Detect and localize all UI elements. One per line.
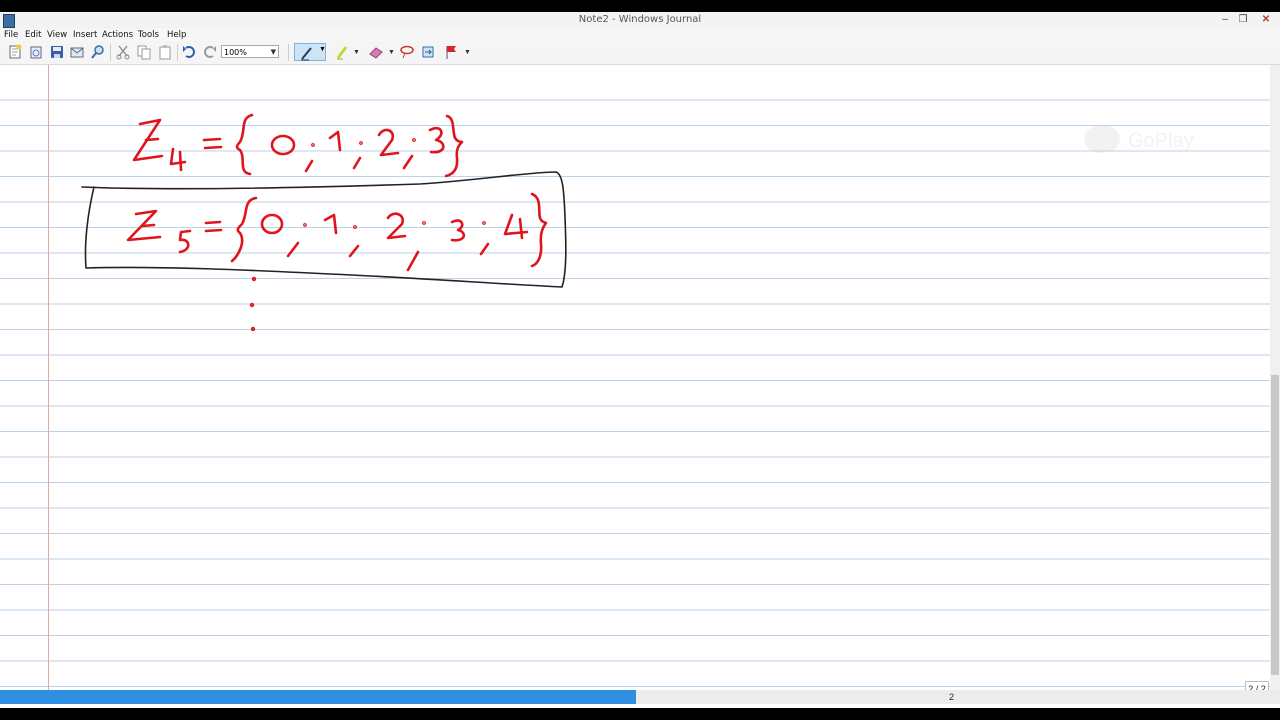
ink-equals — [204, 220, 223, 233]
chevron-down-icon[interactable]: ▼ — [353, 49, 360, 56]
copy-icon[interactable] — [136, 44, 152, 60]
highlighter-icon[interactable] — [334, 44, 350, 60]
email-icon[interactable] — [69, 44, 85, 60]
redo-icon[interactable] — [202, 44, 218, 60]
chevron-down-icon: ▼ — [270, 48, 276, 56]
note-page[interactable]: GoPlay — [0, 65, 1270, 690]
toolbar-separator — [110, 44, 111, 61]
ink-digit — [386, 212, 407, 240]
close-button[interactable]: ✕ — [1257, 13, 1275, 27]
ink-brace — [230, 196, 258, 263]
minimize-button[interactable]: – — [1216, 13, 1234, 27]
ink-box — [81, 171, 567, 288]
ink-digit — [328, 130, 342, 152]
journal-window: Note2 - Windows Journal – ❐ ✕ File Edit … — [0, 12, 1280, 708]
find-icon[interactable] — [90, 44, 106, 60]
menu-insert[interactable]: Insert — [73, 29, 97, 41]
toolbar: 100% ▼ ▼ ▼ ▼ ▼ — [0, 41, 1280, 65]
toolbar-separator — [177, 44, 178, 61]
ink-semicolon — [352, 156, 362, 170]
menu-actions[interactable]: Actions — [102, 29, 133, 41]
ink-semicolon — [286, 241, 300, 258]
chevron-down-icon[interactable]: ▼ — [464, 49, 471, 56]
ink-digit — [428, 126, 445, 154]
ink-semicolon — [304, 159, 314, 173]
zoom-value: 100% — [224, 48, 247, 57]
ink-digit — [503, 213, 529, 240]
ink-brace — [444, 114, 464, 178]
open-note-icon[interactable] — [28, 44, 44, 60]
menu-view[interactable]: View — [47, 29, 67, 41]
pen-icon — [301, 47, 312, 61]
handwriting-ink — [81, 113, 567, 332]
menu-bar: File Edit View Insert Actions Tools Help — [0, 29, 1280, 41]
ink-digit — [169, 147, 187, 172]
paste-icon[interactable] — [157, 44, 173, 60]
scrollbar-thumb[interactable] — [1271, 375, 1279, 675]
ink-semicolon — [479, 242, 490, 256]
chevron-down-icon: ▼ — [319, 46, 326, 53]
window-title: Note2 - Windows Journal — [578, 14, 702, 25]
vertical-scrollbar[interactable] — [1270, 65, 1280, 690]
eraser-icon[interactable] — [368, 44, 384, 60]
status-bar: 2 — [0, 690, 1280, 704]
ink-digit — [450, 219, 466, 242]
restore-button[interactable]: ❐ — [1234, 13, 1252, 27]
flag-icon[interactable] — [444, 44, 460, 60]
lasso-select-icon[interactable] — [399, 44, 415, 60]
menu-file[interactable]: File — [4, 29, 18, 41]
ink-brace — [235, 113, 254, 176]
page-progress-bar — [0, 690, 636, 704]
ink-digit — [377, 128, 400, 157]
ink-dot — [250, 326, 256, 332]
ink-semicolon — [406, 250, 420, 272]
ink-digit — [270, 134, 296, 156]
save-icon[interactable] — [49, 44, 65, 60]
menu-tools[interactable]: Tools — [138, 29, 159, 41]
menu-edit[interactable]: Edit — [25, 29, 41, 41]
ink-digit — [260, 213, 284, 235]
ink-semicolon — [348, 244, 360, 258]
zoom-select[interactable]: 100% ▼ — [221, 45, 279, 58]
ink-digit — [323, 213, 338, 235]
ink-semicolon — [402, 154, 414, 170]
ink-equals — [202, 137, 223, 150]
ink-dot — [251, 276, 257, 282]
menu-help[interactable]: Help — [167, 29, 186, 41]
title-bar: Note2 - Windows Journal – ❐ ✕ — [0, 12, 1280, 30]
status-page-number: 2 — [949, 692, 955, 702]
insert-space-icon[interactable] — [420, 44, 436, 60]
toolbar-separator — [288, 44, 289, 61]
pen-tool-button[interactable]: ▼ — [294, 43, 326, 61]
new-note-icon[interactable] — [7, 44, 23, 60]
ink-digit — [178, 229, 192, 254]
ink-dot — [249, 302, 255, 308]
undo-icon[interactable] — [181, 44, 197, 60]
cut-icon[interactable] — [115, 44, 131, 60]
ink-brace — [530, 192, 548, 268]
ink-z-stroke — [144, 137, 160, 142]
chevron-down-icon[interactable]: ▼ — [388, 49, 395, 56]
ink-z-stroke — [140, 223, 156, 228]
